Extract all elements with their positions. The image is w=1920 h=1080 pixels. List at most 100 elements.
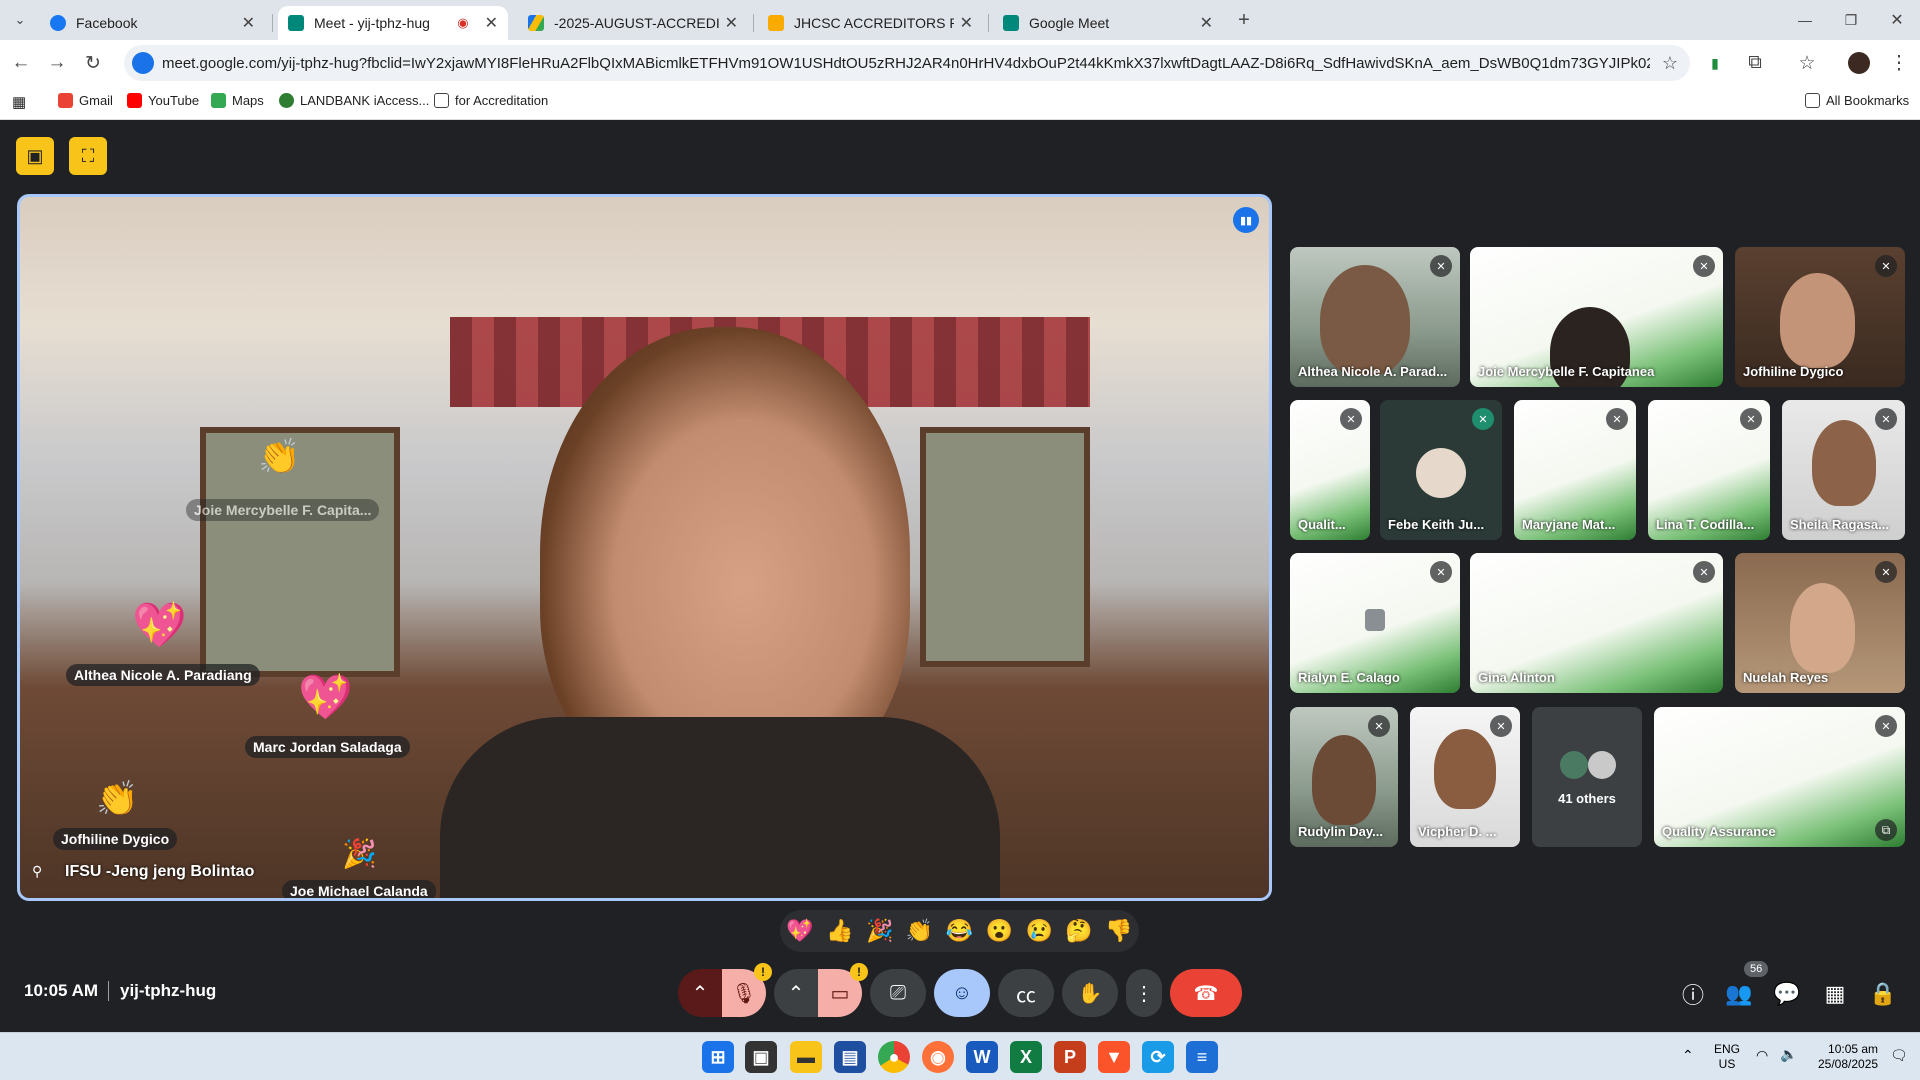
bookmark-star-icon[interactable]: ☆	[1662, 53, 1678, 74]
participant-tile[interactable]: ✕ Rialyn E. Calago	[1290, 553, 1460, 693]
camera-toggle-button[interactable]: ▭!	[818, 963, 868, 1017]
extension-meet-icon[interactable]: ▮	[1700, 48, 1730, 78]
close-icon[interactable]: ✕	[485, 13, 498, 33]
close-icon[interactable]: ✕	[242, 13, 255, 33]
chat-icon[interactable]: 💬	[1770, 977, 1804, 1011]
others-tile[interactable]: 41 others	[1532, 707, 1642, 847]
close-icon[interactable]: ✕	[1200, 13, 1213, 33]
address-bar[interactable]: meet.google.com/yij-tphz-hug?fbclid=IwY2…	[124, 45, 1690, 81]
participant-tile[interactable]: ✕ Febe Keith Ju...	[1380, 400, 1502, 540]
new-tab-icon[interactable]: +	[1229, 5, 1259, 35]
bookmark-label: for Accreditation	[455, 93, 549, 108]
language-indicator[interactable]: ENG US	[1714, 1042, 1740, 1072]
crop-icon[interactable]: ⧉	[1875, 819, 1897, 841]
excel-icon[interactable]: X	[1010, 1041, 1042, 1073]
sad-reaction[interactable]: 😢	[1025, 918, 1052, 944]
brave-icon[interactable]: ▼	[1098, 1041, 1130, 1073]
bookmark-folder-accreditation[interactable]: for Accreditation	[434, 93, 548, 108]
wifi-icon[interactable]: ◠	[1756, 1047, 1768, 1064]
participant-tile[interactable]: ✕ Quality Assurance ⧉	[1654, 707, 1905, 847]
raise-hand-button[interactable]: ✋	[1062, 969, 1118, 1017]
bookmark-youtube[interactable]: YouTube	[127, 93, 199, 108]
activities-icon[interactable]: ▦	[1818, 977, 1852, 1011]
volume-icon[interactable]: 🔈	[1780, 1046, 1797, 1063]
notification-icon[interactable]: 🗨	[1890, 1047, 1908, 1064]
laugh-reaction[interactable]: 😂	[946, 918, 973, 944]
participant-tile[interactable]: ✕ Gina Alinton	[1470, 553, 1723, 693]
participant-tile[interactable]: ✕ Vicpher D. ...	[1410, 707, 1520, 847]
participant-tile[interactable]: ✕ Rudylin Day...	[1290, 707, 1398, 847]
tab-accreditors-profile[interactable]: JHCSC ACCREDITORS PROFILE ✕	[758, 6, 983, 40]
participant-face	[1320, 265, 1410, 375]
participant-tile[interactable]: ✕ Maryjane Mat...	[1514, 400, 1636, 540]
site-info-icon[interactable]	[132, 52, 154, 74]
restore-icon[interactable]: ❐	[1836, 5, 1866, 35]
tray-expand-icon[interactable]: ⌃	[1682, 1047, 1694, 1064]
tab-facebook[interactable]: Facebook ✕	[40, 6, 265, 40]
bookmark-landbank[interactable]: LANDBANK iAccess...	[279, 93, 429, 108]
participant-tile[interactable]: ✕ Joie Mercybelle F. Capitanea	[1470, 247, 1723, 387]
meeting-details-icon[interactable]: ⓘ	[1676, 977, 1710, 1011]
host-controls-icon[interactable]: 🔒	[1866, 977, 1900, 1011]
participant-tile[interactable]: ✕ Qualit...	[1290, 400, 1370, 540]
forward-icon[interactable]: →	[42, 48, 72, 78]
captions-button[interactable]: ㏄	[998, 969, 1054, 1017]
mic-toggle-button[interactable]: 🎙!	[722, 963, 772, 1017]
clap-reaction[interactable]: 👏	[906, 918, 933, 944]
thinking-reaction[interactable]: 🤔	[1065, 918, 1092, 944]
participant-tile[interactable]: ✕ Althea Nicole A. Parad...	[1290, 247, 1460, 387]
leave-call-button[interactable]: ☎	[1170, 969, 1242, 1017]
sync-app-icon[interactable]: ⟳	[1142, 1041, 1174, 1073]
reactions-button[interactable]: ☺	[934, 969, 990, 1017]
participant-tile[interactable]: ✕ Lina T. Codilla...	[1648, 400, 1770, 540]
participant-name: Althea Nicole A. Parad...	[1298, 364, 1448, 379]
minimize-icon[interactable]: —	[1790, 5, 1820, 35]
clock[interactable]: 10:05 am 25/08/2025	[1818, 1042, 1878, 1072]
start-icon[interactable]: ⊞	[702, 1041, 734, 1073]
present-button[interactable]: ⎚	[870, 969, 926, 1017]
sparkling-heart-reaction[interactable]: 💖	[786, 918, 813, 944]
notepad-icon[interactable]: ≡	[1186, 1041, 1218, 1073]
video-options-button[interactable]: ⌃	[774, 969, 818, 1017]
speaker-pin-icon[interactable]: ⚲	[32, 863, 42, 880]
extensions-icon[interactable]: ⧉	[1740, 48, 1770, 78]
close-icon[interactable]: ✕	[725, 13, 738, 33]
tab-search-icon[interactable]: ⌄	[5, 5, 35, 35]
store-icon[interactable]: ▤	[834, 1041, 866, 1073]
tab-google-meet[interactable]: Google Meet ✕	[993, 6, 1223, 40]
back-icon[interactable]: ←	[6, 48, 36, 78]
reload-icon[interactable]: ↻	[78, 48, 108, 78]
participant-tile[interactable]: ✕ Jofhiline Dygico	[1735, 247, 1905, 387]
profile-avatar[interactable]	[1844, 48, 1874, 78]
main-speaker-video[interactable]: ▮▮ 👏 Joie Mercybelle F. Capita... 💖 Alth…	[17, 194, 1272, 901]
task-view-icon[interactable]: ▣	[745, 1041, 777, 1073]
window-close-icon[interactable]: ✕	[1882, 5, 1912, 35]
firefox-icon[interactable]: ◉	[922, 1041, 954, 1073]
party-reaction[interactable]: 🎉	[866, 918, 893, 944]
bookmarks-icon[interactable]: ☆	[1792, 48, 1822, 78]
menu-icon[interactable]: ⋮	[1884, 48, 1914, 78]
word-icon[interactable]: W	[966, 1041, 998, 1073]
people-icon[interactable]: 👥	[1722, 977, 1756, 1011]
thumbs-up-reaction[interactable]: 👍	[826, 918, 853, 944]
more-options-button[interactable]: ⋮	[1126, 969, 1162, 1017]
chrome-icon[interactable]: ●	[878, 1041, 910, 1073]
tab-meet[interactable]: Meet - yij-tphz-hug ◉ ✕	[278, 6, 508, 40]
tab-accreditation-drive[interactable]: -2025-AUGUST-ACCREDITATIO ✕	[518, 6, 748, 40]
bookmark-gmail[interactable]: Gmail	[58, 93, 113, 108]
all-bookmarks[interactable]: All Bookmarks	[1805, 93, 1909, 108]
close-icon[interactable]: ✕	[960, 13, 973, 33]
file-explorer-icon[interactable]: ▬	[790, 1041, 822, 1073]
captions-off-icon[interactable]: ▣	[16, 137, 54, 175]
hosting-controls-icon[interactable]: ⛶	[69, 137, 107, 175]
powerpoint-icon[interactable]: P	[1054, 1041, 1086, 1073]
thumbs-down-reaction[interactable]: 👎	[1105, 918, 1132, 944]
audio-options-button[interactable]: ⌃	[678, 969, 722, 1017]
landbank-icon	[279, 93, 294, 108]
surprised-reaction[interactable]: 😮	[986, 918, 1013, 944]
bookmark-maps[interactable]: Maps	[211, 93, 264, 108]
apps-icon[interactable]: ▦	[12, 93, 26, 111]
tab-title: Meet - yij-tphz-hug	[314, 15, 430, 31]
participant-tile[interactable]: ✕ Sheila Ragasa...	[1782, 400, 1905, 540]
participant-tile[interactable]: ✕ Nuelah Reyes	[1735, 553, 1905, 693]
